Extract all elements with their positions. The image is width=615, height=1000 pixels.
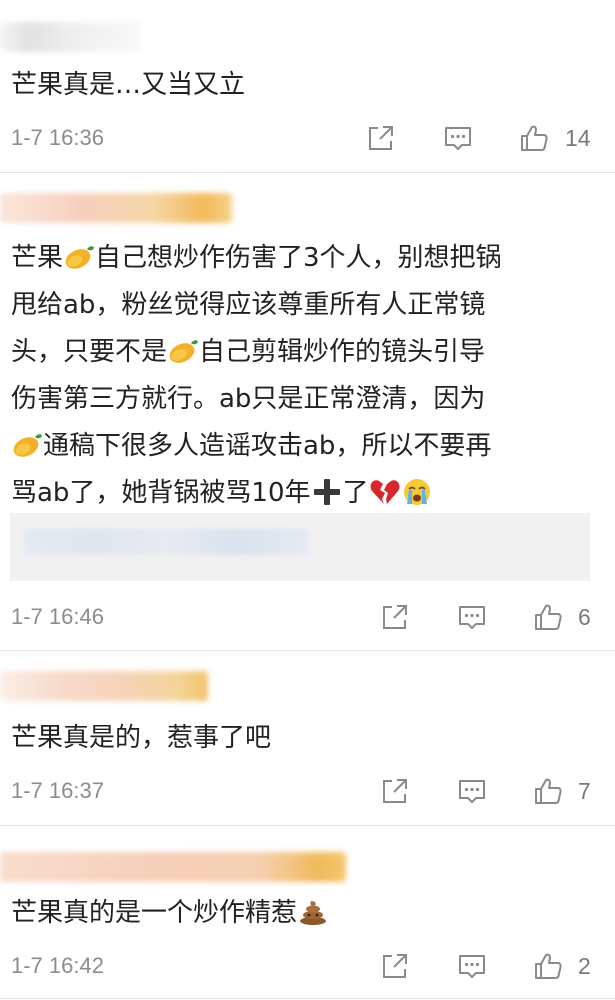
comment-item: 芒果真是…又当又立 1-7 16:36 14: [0, 0, 615, 172]
mango-emoji: [63, 243, 95, 271]
share-icon[interactable]: [366, 123, 396, 153]
comment-item: 芒果真的是一个炒作精惹 1-7 16:42 2: [0, 826, 615, 1000]
share-icon[interactable]: [380, 602, 410, 632]
mango-emoji: [167, 337, 199, 365]
mango-emoji: [11, 431, 43, 459]
comment-time: 1-7 16:46: [11, 604, 104, 629]
heavy-plus-emoji: [311, 478, 343, 506]
comment-meta: 1-7 16:37 7: [0, 771, 615, 811]
thumbs-up-icon[interactable]: [519, 123, 549, 153]
username-blurred[interactable]: [0, 22, 140, 52]
quoted-content-blurred[interactable]: [10, 513, 590, 581]
comment-meta: 1-7 16:46 6: [0, 597, 615, 637]
comment-text: 芒果真是的，惹事了吧: [11, 723, 272, 753]
like-count: 2: [578, 953, 591, 979]
username-blurred[interactable]: [0, 852, 346, 882]
username-blurred[interactable]: [0, 671, 208, 701]
comment-time: 1-7 16:42: [11, 953, 104, 978]
comment-item: 芒果真是的，惹事了吧 1-7 16:37 7: [0, 651, 615, 825]
reply-icon[interactable]: [457, 602, 487, 632]
thumbs-up-icon[interactable]: [533, 602, 563, 632]
reply-icon[interactable]: [457, 951, 487, 981]
thumbs-up-icon[interactable]: [533, 776, 563, 806]
comment-text: 芒果 自己想炒作伤害了3个人，别想把锅 甩给ab，粉丝觉得应该尊重所有人正常镜 头…: [11, 235, 595, 517]
like-count: 7: [578, 778, 591, 804]
comment-text-part: 了: [342, 478, 369, 508]
crying-face-emoji: [401, 478, 433, 506]
comment-time: 1-7 16:37: [11, 778, 104, 803]
comment-text: 芒果真的是一个炒作精惹: [11, 890, 595, 937]
like-count: 14: [565, 125, 591, 151]
share-icon[interactable]: [380, 776, 410, 806]
pile-of-poo-emoji: [297, 898, 329, 926]
reply-icon[interactable]: [443, 123, 473, 153]
comment-meta: 1-7 16:36 14: [0, 118, 615, 158]
comment-item: 芒果 自己想炒作伤害了3个人，别想把锅 甩给ab，粉丝觉得应该尊重所有人正常镜 头…: [0, 173, 615, 650]
thumbs-up-icon[interactable]: [533, 951, 563, 981]
comment-time: 1-7 16:36: [11, 125, 104, 150]
broken-heart-emoji: [369, 478, 401, 506]
divider: [0, 998, 615, 999]
username-blurred[interactable]: [0, 193, 232, 223]
like-count: 6: [578, 604, 591, 630]
comment-text-part: 芒果: [11, 243, 64, 273]
comment-meta: 1-7 16:42 2: [0, 946, 615, 986]
comment-text: 芒果真是…又当又立: [11, 70, 246, 100]
share-icon[interactable]: [380, 951, 410, 981]
reply-icon[interactable]: [457, 776, 487, 806]
comment-text-part: 芒果真的是一个炒作精惹: [11, 898, 298, 928]
